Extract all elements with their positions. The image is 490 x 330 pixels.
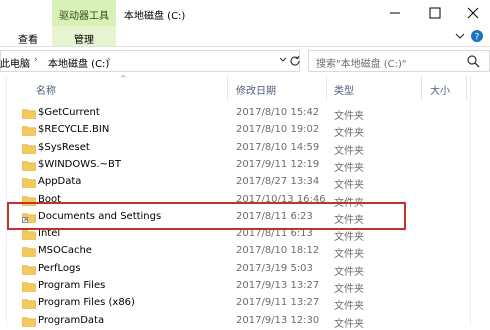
file-row[interactable]: $RECYCLE.BIN 2017/8/10 19:02 文件夹 xyxy=(14,122,468,139)
folder-icon xyxy=(22,264,36,275)
file-date: 2017/8/27 13:34 xyxy=(236,176,320,188)
file-type: 文件夹 xyxy=(334,301,364,313)
tab-manage[interactable]: 管理 xyxy=(74,31,94,46)
column-header-name[interactable]: 名称 xyxy=(36,82,56,97)
search-placeholder: 搜索"本地磁盘 (C:)" xyxy=(316,59,407,70)
folder-icon xyxy=(22,230,36,240)
file-row[interactable]: Program Files 2017/9/13 13:27 文件夹 xyxy=(14,278,468,295)
folder-icon xyxy=(22,299,36,310)
address-dropdown-icon[interactable] xyxy=(278,54,288,66)
context-tab-label: 驱动器工具 xyxy=(59,11,109,22)
ribbon-expand-chevron-icon[interactable] xyxy=(452,28,468,44)
file-type: 文件夹 xyxy=(334,249,364,261)
file-date: 2017/8/10 18:12 xyxy=(236,245,320,257)
file-type: 文件夹 xyxy=(334,162,364,174)
sort-up-icon: ^ xyxy=(120,74,127,83)
file-date: 2017/9/11 13:27 xyxy=(236,297,320,309)
file-name: MSOCache xyxy=(38,245,92,257)
file-date: 2017/9/11 12:19 xyxy=(236,158,320,170)
file-type: 文件夹 xyxy=(334,180,364,192)
folder-icon xyxy=(22,282,36,292)
file-type: 文件夹 xyxy=(334,266,364,278)
folder-icon xyxy=(22,178,36,188)
file-row[interactable]: MSOCache 2017/8/10 18:12 文件夹 xyxy=(14,243,468,260)
svg-text:?: ? xyxy=(475,33,480,43)
file-date: 2017/8/10 19:02 xyxy=(236,124,320,136)
file-date: 2017/3/19 5:03 xyxy=(236,262,313,274)
file-name: ProgramData xyxy=(38,314,105,326)
file-name: $SysReset xyxy=(38,141,90,153)
column-divider[interactable] xyxy=(326,76,327,100)
column-divider[interactable] xyxy=(227,76,228,100)
file-date: 2017/8/10 14:59 xyxy=(236,141,320,153)
maximize-icon[interactable] xyxy=(420,3,450,23)
column-divider[interactable] xyxy=(421,76,422,100)
file-row[interactable]: $WINDOWS.~BT 2017/9/11 12:19 文件夹 xyxy=(14,157,468,174)
file-date: 2017/8/10 15:42 xyxy=(236,107,320,118)
file-name: PerfLogs xyxy=(38,262,81,274)
highlight-box xyxy=(7,202,406,230)
breadcrumb-this-pc[interactable]: 此电脑 xyxy=(0,55,30,70)
file-name: $GetCurrent xyxy=(38,107,100,118)
file-type: 文件夹 xyxy=(334,318,364,330)
file-date: 2017/9/13 12:30 xyxy=(236,314,320,326)
file-row[interactable]: $GetCurrent 2017/8/10 15:42 文件夹 xyxy=(14,105,468,122)
folder-icon xyxy=(22,161,36,171)
file-name: Program Files (x86) xyxy=(38,297,135,309)
file-row[interactable]: AppData 2017/8/27 13:34 文件夹 xyxy=(14,174,468,191)
window-title: 本地磁盘 (C:) xyxy=(124,11,186,22)
column-header-date[interactable]: 修改日期 xyxy=(236,82,276,97)
file-name: $WINDOWS.~BT xyxy=(38,158,122,170)
folder-icon xyxy=(22,247,36,258)
address-bar[interactable] xyxy=(0,50,300,72)
minimize-icon[interactable] xyxy=(380,3,410,23)
file-type: 文件夹 xyxy=(334,111,364,122)
breadcrumb-local-disk[interactable]: 本地磁盘 (C:) xyxy=(48,55,109,70)
file-name: $RECYCLE.BIN xyxy=(38,124,110,136)
close-icon[interactable] xyxy=(458,3,488,23)
breadcrumb-separator-icon[interactable]: › xyxy=(34,55,38,65)
file-name: AppData xyxy=(38,176,82,188)
navigation-pane-divider[interactable] xyxy=(6,76,7,326)
file-date: 2017/9/13 13:27 xyxy=(236,280,320,291)
file-row[interactable]: $SysReset 2017/8/10 14:59 文件夹 xyxy=(14,140,468,157)
file-row[interactable]: ProgramData 2017/9/13 12:30 文件夹 xyxy=(14,313,468,330)
help-icon[interactable]: ? xyxy=(470,29,484,43)
folder-icon xyxy=(22,316,36,327)
ribbon-divider xyxy=(0,46,490,47)
scrollbar[interactable] xyxy=(470,76,490,326)
folder-icon xyxy=(22,126,36,137)
file-type: 文件夹 xyxy=(334,284,364,295)
search-icon[interactable] xyxy=(466,54,480,68)
file-name: Program Files xyxy=(38,280,106,291)
column-header-size[interactable]: 大小 xyxy=(430,82,450,97)
tab-view[interactable]: 查看 xyxy=(18,31,38,46)
folder-icon xyxy=(22,109,36,119)
file-row[interactable]: PerfLogs 2017/3/19 5:03 文件夹 xyxy=(14,261,468,278)
breadcrumb-separator-icon[interactable]: › xyxy=(107,55,111,65)
refresh-icon[interactable] xyxy=(288,54,302,68)
file-type: 文件夹 xyxy=(334,145,364,157)
file-type: 文件夹 xyxy=(334,128,364,140)
column-divider[interactable] xyxy=(466,76,467,100)
folder-icon xyxy=(22,143,36,154)
column-header-type[interactable]: 类型 xyxy=(334,82,354,97)
file-row[interactable]: Program Files (x86) 2017/9/11 13:27 文件夹 xyxy=(14,295,468,312)
file-type: 文件夹 xyxy=(334,232,364,244)
